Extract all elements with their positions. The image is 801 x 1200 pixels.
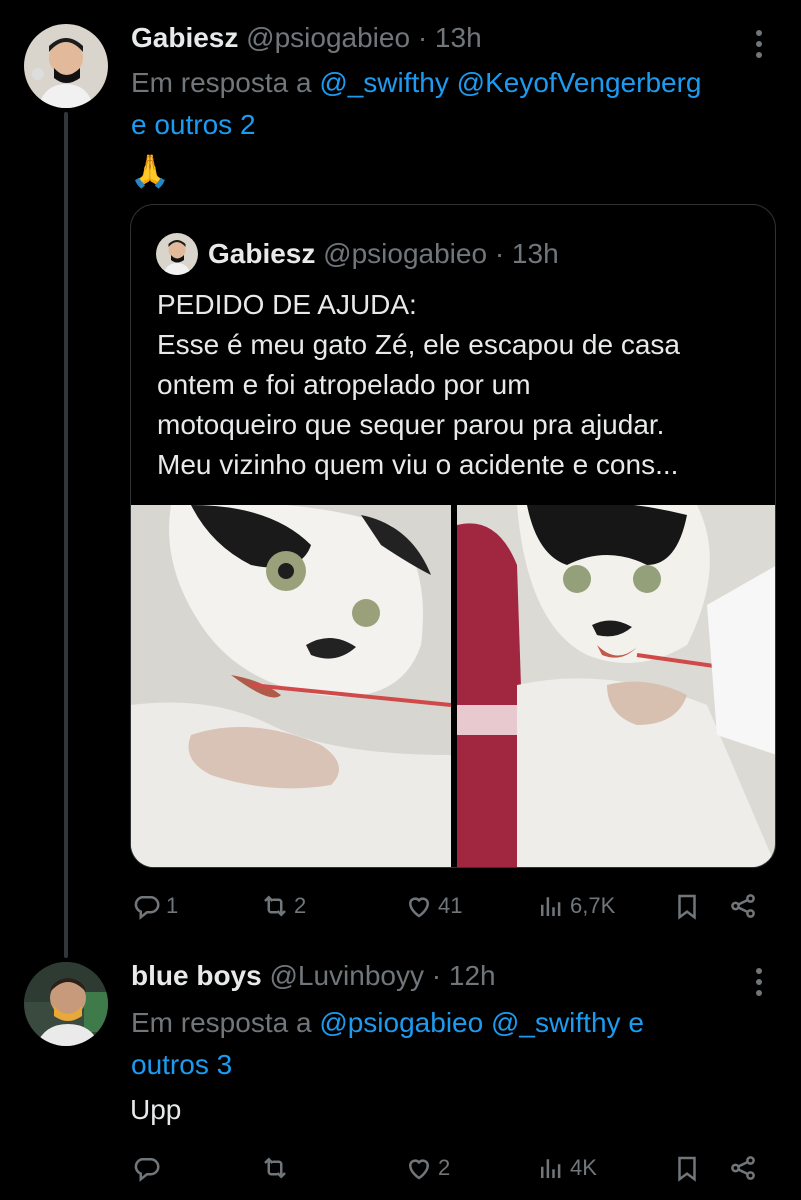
reply-count: 1 xyxy=(166,893,179,918)
like-button[interactable]: 2 xyxy=(404,1148,450,1188)
view-count: 4K xyxy=(570,1155,597,1180)
views-button[interactable]: 4K xyxy=(536,1148,597,1188)
timestamp[interactable]: · 12h xyxy=(432,960,496,991)
reply-context: Em resposta a @_swifthy @KeyofVengerberg… xyxy=(131,62,781,146)
share-button[interactable] xyxy=(728,1148,758,1188)
quote-header: Gabiesz @psiogabieo · 13h xyxy=(156,233,559,275)
views-button[interactable]: 6,7K xyxy=(536,886,615,926)
like-button[interactable]: 41 xyxy=(404,886,462,926)
thread-line xyxy=(64,112,68,958)
view-count: 6,7K xyxy=(570,893,616,918)
display-name[interactable]: Gabiesz xyxy=(131,22,238,53)
reply-prefix: Em resposta a xyxy=(131,1007,312,1038)
more-icon[interactable] xyxy=(754,30,764,63)
more-icon[interactable] xyxy=(754,968,764,1001)
quoted-tweet[interactable]: Gabiesz @psiogabieo · 13h PEDIDO DE AJUD… xyxy=(130,204,776,868)
like-icon xyxy=(408,1159,430,1180)
reply-button[interactable] xyxy=(132,1148,166,1188)
quote-line: Meu vizinho quem viu o acidente e cons..… xyxy=(157,449,679,480)
bookmark-button[interactable] xyxy=(672,886,702,926)
quote-line: ontem e foi atropelado por um xyxy=(157,369,531,400)
quote-line: PEDIDO DE AJUDA: xyxy=(157,289,417,320)
tweet-header: Gabiesz @psiogabieo · 13h xyxy=(131,22,482,54)
others-link[interactable]: outros 3 xyxy=(131,1049,232,1080)
reply-button[interactable]: 1 xyxy=(132,886,178,926)
timestamp[interactable]: · 13h xyxy=(418,22,482,53)
timestamp: · 13h xyxy=(494,238,559,269)
share-button[interactable] xyxy=(728,886,758,926)
views-icon xyxy=(541,1159,561,1178)
retweet-icon xyxy=(264,1157,286,1179)
mention-link[interactable]: @_swifthy xyxy=(319,67,449,98)
handle[interactable]: @Luvinboyy xyxy=(269,960,424,991)
retweet-count: 2 xyxy=(294,893,307,918)
views-icon xyxy=(541,897,561,916)
quote-line: motoqueiro que sequer parou pra ajudar. xyxy=(157,409,665,440)
share-icon xyxy=(731,894,755,918)
avatar[interactable] xyxy=(24,962,108,1046)
bookmark-button[interactable] xyxy=(672,1148,702,1188)
retweet-button[interactable] xyxy=(260,1148,294,1188)
tweet-text: Upp xyxy=(130,1094,182,1125)
media-photo[interactable] xyxy=(131,505,451,867)
mention-link[interactable]: @_swifthy xyxy=(491,1007,621,1038)
like-icon xyxy=(408,897,430,918)
like-count: 41 xyxy=(438,893,463,918)
avatar[interactable] xyxy=(24,24,108,108)
tweet-header: blue boys @Luvinboyy · 12h xyxy=(131,960,496,992)
mention-link[interactable]: @psiogabieo xyxy=(319,1007,483,1038)
bookmark-icon xyxy=(678,894,696,920)
reply-prefix: Em resposta a xyxy=(131,67,312,98)
like-count: 2 xyxy=(438,1155,451,1180)
retweet-button[interactable]: 2 xyxy=(260,886,306,926)
handle[interactable]: @psiogabieo xyxy=(246,22,410,53)
quote-text: PEDIDO DE AJUDA: Esse é meu gato Zé, ele… xyxy=(157,285,757,485)
avatar xyxy=(156,233,198,275)
reply-context: Em resposta a @psiogabieo @_swifthy e ou… xyxy=(131,1002,781,1086)
others-prefix[interactable]: e xyxy=(628,1007,644,1038)
retweet-icon xyxy=(264,895,286,917)
tweet-actions: 1 2 41 6,7K xyxy=(130,886,770,926)
others-link[interactable]: e outros 2 xyxy=(131,109,256,140)
handle: @psiogabieo xyxy=(323,238,488,269)
media-photo[interactable] xyxy=(457,505,775,867)
share-icon xyxy=(731,1156,755,1180)
tweet-text: 🙏 xyxy=(130,153,170,189)
media-grid xyxy=(131,505,775,867)
display-name: Gabiesz xyxy=(208,238,316,269)
quote-line: Esse é meu gato Zé, ele escapou de casa xyxy=(157,329,680,360)
reply-icon xyxy=(134,896,160,920)
bookmark-icon xyxy=(678,1156,696,1182)
tweet-actions: 2 4K xyxy=(130,1148,770,1188)
reply-icon xyxy=(134,1158,160,1182)
mention-link[interactable]: @KeyofVengerberg xyxy=(457,67,702,98)
display-name[interactable]: blue boys xyxy=(131,960,262,991)
